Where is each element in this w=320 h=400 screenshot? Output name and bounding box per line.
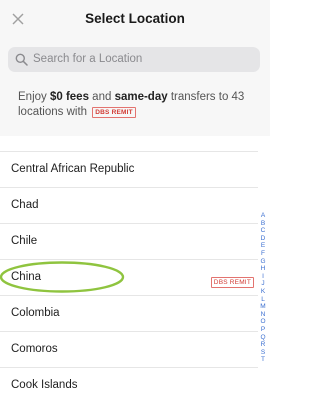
alphabet-index-letter[interactable]: S (261, 349, 265, 357)
alphabet-index-letter[interactable]: L (261, 296, 265, 304)
alphabet-index-letter[interactable]: O (260, 318, 265, 326)
promo-sameday: same-day (114, 91, 168, 103)
highlight-ellipse (0, 261, 125, 293)
alphabet-index-letter[interactable]: F (261, 250, 265, 258)
top-area: Search for a Location Enjoy $0 fees and … (0, 38, 270, 136)
promo-text-2: and (88, 91, 115, 103)
alphabet-index-letter[interactable]: J (261, 280, 264, 288)
list-item-label: Colombia (11, 307, 60, 319)
list-item-label: Central African Republic (11, 163, 135, 175)
alphabet-index-letter[interactable]: C (261, 227, 266, 235)
list-item[interactable]: Comoros (0, 331, 258, 367)
promo-fees: $0 fees (49, 91, 89, 103)
alphabet-index-letter[interactable]: P (261, 326, 265, 334)
alphabet-index-letter[interactable]: I (262, 273, 264, 281)
list-item[interactable]: Chile (0, 223, 258, 259)
search-icon (15, 53, 28, 66)
alphabet-index-letter[interactable]: E (261, 242, 265, 250)
list-item[interactable]: Central African Republic (0, 151, 258, 187)
list-item-label: Comoros (11, 343, 58, 355)
alphabet-index-letter[interactable]: N (261, 311, 266, 319)
alphabet-index-letter[interactable]: Q (260, 334, 265, 342)
alphabet-index-letter[interactable]: H (261, 265, 266, 273)
alphabet-index-letter[interactable]: B (261, 220, 265, 228)
list-item-label: Chad (11, 199, 39, 211)
page-title: Select Location (85, 11, 185, 26)
list-item[interactable]: Cook Islands (0, 367, 258, 400)
alphabet-index-letter[interactable]: R (261, 341, 266, 349)
list-item[interactable]: Colombia (0, 295, 258, 331)
list-item[interactable]: Chad (0, 187, 258, 223)
header: Select Location (0, 0, 270, 38)
alphabet-index-letter[interactable]: M (260, 303, 265, 311)
alphabet-index-letter[interactable]: D (261, 235, 266, 243)
alphabet-index-letter[interactable]: G (260, 258, 265, 266)
alphabet-index-letter[interactable]: A (261, 212, 265, 220)
alphabet-index[interactable]: ABCDEFGHIJKLMNOPQRST (258, 212, 268, 364)
dbs-remit-badge: DBS REMIT (92, 107, 136, 118)
dbs-remit-badge: DBS REMIT (210, 277, 254, 288)
list-item-label: Cook Islands (11, 379, 78, 391)
list-item-badge: DBS REMIT (210, 272, 254, 290)
search-input[interactable]: Search for a Location (8, 47, 260, 72)
alphabet-index-letter[interactable]: T (261, 356, 265, 364)
list-item-label: Chile (11, 235, 38, 247)
promo-text-1: Enjoy (18, 91, 50, 103)
promo-text: Enjoy $0 fees and same-day transfers to … (18, 90, 258, 120)
search-placeholder: Search for a Location (33, 53, 143, 65)
alphabet-index-letter[interactable]: K (261, 288, 265, 296)
